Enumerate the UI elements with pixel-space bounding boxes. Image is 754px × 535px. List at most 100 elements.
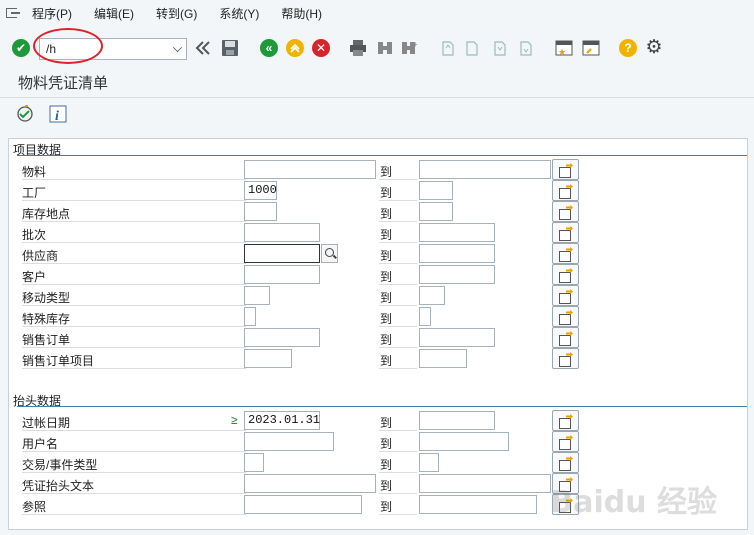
to-label: 到 (379, 268, 417, 285)
menu-help[interactable]: 帮助(H) (281, 5, 322, 22)
first-page-icon[interactable] (438, 39, 456, 57)
field-label: 过帐日期 (22, 414, 246, 431)
title-bar: 物料凭证清单 (0, 66, 754, 98)
exit-icon[interactable] (286, 39, 304, 57)
svg-text:i: i (55, 109, 59, 123)
selection-row: 工厂 1000 到 (9, 180, 749, 201)
execute-icon[interactable] (16, 105, 34, 123)
selection-row: 移动类型 到 (9, 285, 749, 306)
high-value-input[interactable] (419, 349, 467, 368)
high-value-input[interactable] (419, 202, 453, 221)
info-icon[interactable]: i (49, 105, 67, 123)
low-value-input[interactable] (244, 307, 256, 326)
field-label: 批次 (22, 226, 246, 243)
find-icon[interactable] (376, 39, 394, 57)
field-label: 移动类型 (22, 289, 246, 306)
high-value-input[interactable] (419, 432, 509, 451)
create-session-icon[interactable]: ★ (555, 39, 573, 57)
command-field[interactable]: /h (39, 38, 187, 60)
back-icon[interactable]: « (260, 39, 278, 57)
multiple-selection-button[interactable] (552, 431, 579, 452)
high-value-input[interactable] (419, 244, 495, 263)
low-value-input[interactable] (244, 474, 376, 493)
low-value-input[interactable] (244, 223, 320, 242)
menu-edit[interactable]: 编辑(E) (94, 5, 134, 22)
to-label: 到 (379, 310, 417, 327)
high-value-input[interactable] (419, 411, 495, 430)
menubar: 程序(P) 编辑(E) 转到(G) 系统(Y) 帮助(H) (0, 0, 754, 26)
low-value-input[interactable] (244, 349, 292, 368)
multiple-selection-button[interactable] (552, 327, 579, 348)
low-value-input[interactable] (244, 244, 320, 263)
low-value-input[interactable] (244, 432, 334, 451)
menu-system[interactable]: 系统(Y) (219, 5, 259, 22)
multiple-selection-button[interactable] (552, 180, 579, 201)
low-value-input[interactable] (244, 160, 376, 179)
high-value-input[interactable] (419, 474, 551, 493)
multiple-selection-button[interactable] (552, 348, 579, 369)
svg-text:★: ★ (558, 47, 566, 57)
print-icon[interactable] (349, 39, 367, 57)
enter-check-icon[interactable]: ✔ (12, 39, 30, 57)
cancel-icon[interactable]: ✕ (312, 39, 330, 57)
multiple-selection-button[interactable] (552, 264, 579, 285)
to-label: 到 (379, 435, 417, 452)
multiple-selection-button[interactable] (552, 306, 579, 327)
low-value-input[interactable] (244, 202, 277, 221)
previous-page-icon[interactable] (462, 39, 480, 57)
low-value-input[interactable]: 1000 (244, 181, 277, 200)
selection-option-icon[interactable]: ≥ (231, 413, 238, 427)
last-page-icon[interactable] (516, 39, 534, 57)
high-value-input[interactable] (419, 495, 537, 514)
high-value-input[interactable] (419, 328, 495, 347)
group-divider (17, 406, 747, 407)
low-value-input[interactable] (244, 286, 270, 305)
multiple-selection-button[interactable] (552, 201, 579, 222)
back-double-icon[interactable] (194, 39, 212, 57)
to-label: 到 (379, 331, 417, 348)
multiple-selection-button[interactable] (552, 285, 579, 306)
to-label: 到 (379, 352, 417, 369)
multiple-selection-button[interactable] (552, 243, 579, 264)
selection-row: 交易/事件类型 到 (9, 452, 749, 473)
low-value-input[interactable] (244, 495, 362, 514)
selection-row: 批次 到 (9, 222, 749, 243)
multiple-selection-button[interactable] (552, 159, 579, 180)
high-value-input[interactable] (419, 160, 551, 179)
group-divider (17, 155, 747, 156)
high-value-input[interactable] (419, 286, 445, 305)
menu-program[interactable]: 程序(P) (32, 5, 72, 22)
standard-toolbar: ✔ /h « ✕ + ★ ? ⚙ (0, 30, 754, 66)
to-label: 到 (379, 477, 417, 494)
multiple-selection-button[interactable] (552, 452, 579, 473)
low-value-input[interactable] (244, 453, 264, 472)
multiple-selection-button[interactable] (552, 410, 579, 431)
multiple-selection-button[interactable] (552, 222, 579, 243)
field-label: 参照 (22, 498, 246, 515)
field-label: 用户名 (22, 435, 246, 452)
menu-collapse-icon[interactable] (6, 7, 20, 19)
settings-icon[interactable]: ⚙ (645, 38, 663, 57)
high-value-input[interactable] (419, 307, 431, 326)
next-page-icon[interactable] (490, 39, 508, 57)
shortcut-icon[interactable] (582, 39, 600, 57)
high-value-input[interactable] (419, 453, 439, 472)
page-title: 物料凭证清单 (18, 75, 109, 92)
find-next-icon[interactable]: + (400, 39, 418, 57)
low-value-input[interactable] (244, 265, 320, 284)
dropdown-icon[interactable] (173, 43, 182, 52)
field-label: 销售订单 (22, 331, 246, 348)
low-value-input[interactable] (244, 328, 320, 347)
high-value-input[interactable] (419, 181, 453, 200)
selection-row: 用户名 到 (9, 431, 749, 452)
high-value-input[interactable] (419, 223, 495, 242)
high-value-input[interactable] (419, 265, 495, 284)
search-help-icon[interactable] (321, 244, 338, 263)
to-label: 到 (379, 226, 417, 243)
save-icon[interactable] (221, 39, 239, 57)
low-value-input[interactable]: 2023.01.31 (244, 411, 320, 430)
selection-row: 供应商 到 (9, 243, 749, 264)
selection-row: 客户 到 (9, 264, 749, 285)
menu-goto[interactable]: 转到(G) (156, 5, 197, 22)
help-icon[interactable]: ? (619, 39, 637, 57)
